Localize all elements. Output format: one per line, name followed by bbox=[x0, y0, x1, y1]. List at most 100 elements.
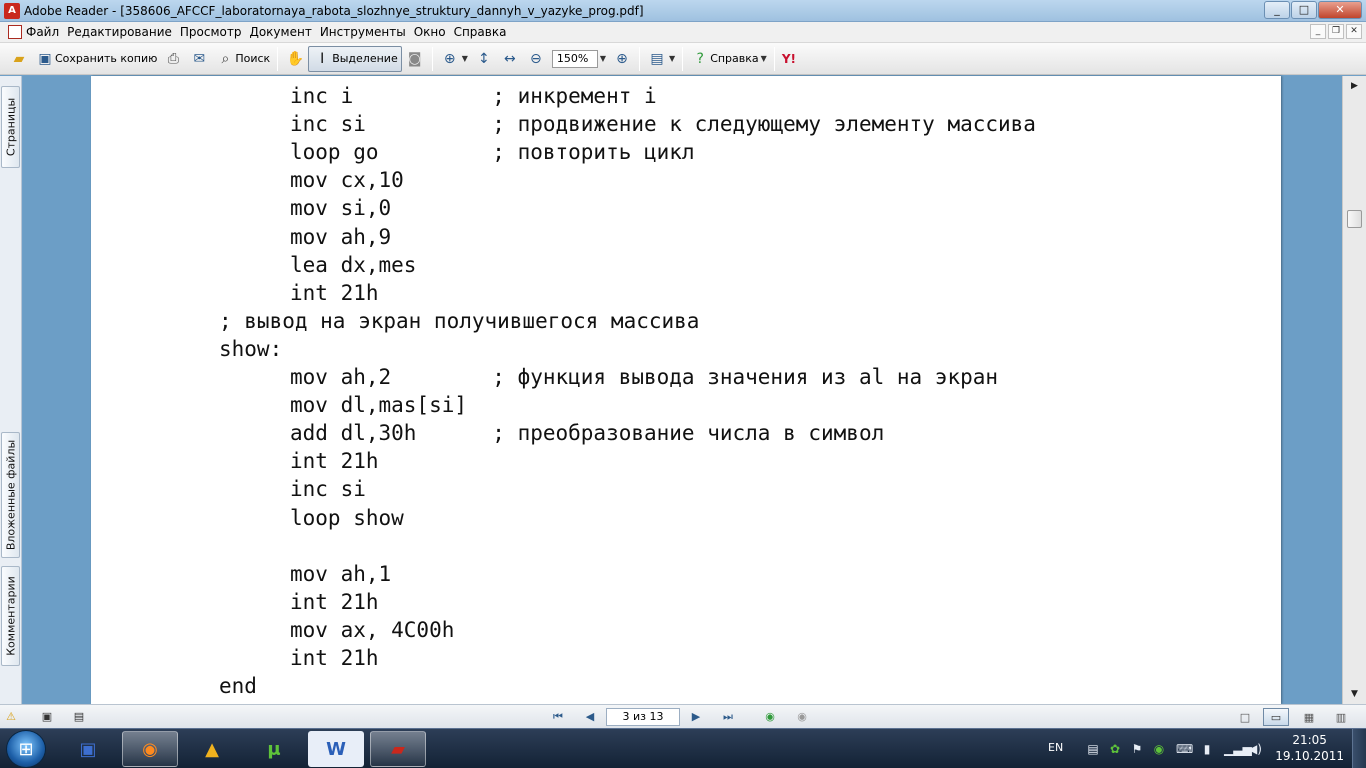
code-line: lea dx,mes bbox=[290, 252, 417, 277]
page-number-input[interactable]: 3 из 13 bbox=[606, 708, 680, 726]
taskbar-adobe-reader[interactable]: ▰ bbox=[370, 731, 426, 767]
zoom-in-button[interactable]: ⊕ bbox=[609, 46, 635, 72]
doc-minimize-button[interactable]: _ bbox=[1310, 24, 1326, 39]
maximize-button[interactable]: □ bbox=[1291, 1, 1317, 19]
language-indicator[interactable]: EN bbox=[1048, 741, 1063, 754]
yahoo-button[interactable]: Y! bbox=[779, 46, 799, 72]
continuous-facing-view-button[interactable]: ▥ bbox=[1328, 708, 1354, 726]
toolbar-separator bbox=[682, 46, 684, 71]
doc-restore-button[interactable]: ❐ bbox=[1328, 24, 1344, 39]
document-area: inc i ; инкремент i inc si ; продвижение … bbox=[23, 76, 1342, 704]
taskbar-aimp[interactable]: ▲ bbox=[184, 731, 240, 767]
flag-icon[interactable]: ⚑ bbox=[1130, 742, 1144, 756]
code-line: int 21h bbox=[290, 449, 379, 474]
zoom-tool-button[interactable]: ⊕ ▼ bbox=[437, 46, 471, 72]
vertical-scrollbar[interactable]: ▶ ▼ bbox=[1342, 76, 1366, 704]
zoom-out-button[interactable]: ⊖ bbox=[523, 46, 549, 72]
menu-bar: Файл Редактирование Просмотр Документ Ин… bbox=[0, 22, 1366, 43]
scroll-down-icon[interactable]: ▼ bbox=[1346, 686, 1363, 702]
fit-height-button[interactable]: ↕ bbox=[471, 46, 497, 72]
close-button[interactable]: ✕ bbox=[1318, 1, 1362, 19]
fit-width-icon: ↔ bbox=[504, 50, 516, 67]
keyboard-icon[interactable]: ⌨ bbox=[1176, 742, 1193, 756]
open-button[interactable]: ▰ bbox=[6, 46, 32, 72]
aimp-icon: ▲ bbox=[205, 738, 219, 760]
window-title: Adobe Reader - [358606_AFCCF_laboratorna… bbox=[24, 3, 644, 18]
doc-close-button[interactable]: ✕ bbox=[1346, 24, 1362, 39]
forward-view-icon[interactable]: ◉ bbox=[792, 708, 812, 726]
search-button[interactable]: ⌕ Поиск bbox=[212, 46, 273, 72]
firefox-icon: ◉ bbox=[142, 738, 158, 760]
removable-device-icon[interactable]: ▮ bbox=[1200, 742, 1214, 756]
show-desktop-button[interactable] bbox=[1352, 729, 1366, 768]
menu-help[interactable]: Справка bbox=[454, 25, 515, 39]
single-page-view-button[interactable]: □ bbox=[1232, 708, 1258, 726]
menu-document[interactable]: Документ bbox=[249, 25, 319, 39]
clock-time: 21:05 bbox=[1292, 733, 1327, 747]
binoculars-icon: ⌕ bbox=[221, 50, 230, 67]
tab-comments-label: Комментарии bbox=[4, 576, 17, 656]
continuous-icon[interactable]: ▤ bbox=[68, 708, 90, 726]
volume-icon[interactable]: ◀) bbox=[1248, 742, 1262, 756]
tab-attachments-label: Вложенные файлы bbox=[4, 439, 17, 551]
menu-edit[interactable]: Редактирование bbox=[67, 25, 180, 39]
code-line: mov si,0 bbox=[290, 196, 392, 221]
chevron-down-icon[interactable]: ▼ bbox=[600, 54, 606, 63]
magnifier-icon: ⊕ bbox=[443, 50, 456, 67]
zoom-input[interactable]: 150% bbox=[551, 49, 598, 68]
hand-icon: ✋ bbox=[286, 50, 304, 67]
facing-view-button[interactable]: ▦ bbox=[1296, 708, 1322, 726]
hand-tool-button[interactable]: ✋ bbox=[282, 46, 308, 72]
page-layout-button[interactable]: ▤ ▼ bbox=[644, 46, 678, 72]
signal-icon[interactable]: ▁▃▅ bbox=[1224, 742, 1252, 756]
scroll-thumb[interactable] bbox=[1347, 210, 1362, 228]
network-icon[interactable]: ▤ bbox=[1086, 742, 1100, 756]
taskbar-word[interactable]: W bbox=[308, 731, 364, 767]
save-copy-label: Сохранить копию bbox=[55, 52, 158, 65]
tab-attachments[interactable]: Вложенные файлы bbox=[1, 432, 20, 558]
folder-icon: ▰ bbox=[13, 50, 25, 67]
last-page-button[interactable]: ⏭ bbox=[718, 708, 738, 726]
circle-app-icon[interactable]: ◉ bbox=[1152, 742, 1166, 756]
email-button[interactable]: ✉ bbox=[186, 46, 212, 72]
flower-icon[interactable]: ✿ bbox=[1108, 742, 1122, 756]
menu-file[interactable]: Файл bbox=[26, 25, 67, 39]
document-icon[interactable] bbox=[8, 25, 22, 39]
text-cursor-icon: Ⅰ bbox=[320, 50, 325, 67]
print-button[interactable]: ⎙ bbox=[160, 46, 186, 72]
continuous-view-button[interactable]: ▭ bbox=[1263, 708, 1289, 726]
code-line: end bbox=[219, 674, 257, 699]
menu-tools[interactable]: Инструменты bbox=[320, 25, 414, 39]
floppy-icon: ▣ bbox=[79, 738, 97, 760]
menu-view[interactable]: Просмотр bbox=[180, 25, 250, 39]
scroll-up-icon[interactable]: ▶ bbox=[1346, 78, 1363, 94]
search-label: Поиск bbox=[235, 52, 271, 65]
clock[interactable]: 21:05 19.10.2011 bbox=[1275, 732, 1344, 764]
select-tool-button[interactable]: Ⅰ Выделение bbox=[308, 45, 402, 72]
minus-circle-icon: ⊖ bbox=[530, 50, 542, 67]
code-line: loop go ; повторить цикл bbox=[290, 140, 695, 165]
help-button[interactable]: ? Справка ▼ bbox=[687, 46, 770, 72]
previous-page-button[interactable]: ◀ bbox=[580, 708, 600, 726]
back-view-icon[interactable]: ◉ bbox=[760, 708, 780, 726]
plus-circle-icon: ⊕ bbox=[616, 50, 628, 67]
minimize-button[interactable]: _ bbox=[1264, 1, 1290, 19]
tab-comments[interactable]: Комментарии bbox=[1, 566, 20, 666]
start-button[interactable] bbox=[6, 730, 46, 768]
taskbar-utorrent[interactable]: μ bbox=[246, 731, 302, 767]
document-window-controls: _ ❐ ✕ bbox=[1308, 24, 1362, 39]
taskbar-firefox[interactable]: ◉ bbox=[122, 731, 178, 767]
code-line: inc i ; инкремент i bbox=[290, 84, 657, 108]
menu-window[interactable]: Окно bbox=[414, 25, 454, 39]
taskbar-floppy-app[interactable]: ▣ bbox=[60, 731, 116, 767]
save-copy-button[interactable]: ▣ Сохранить копию bbox=[32, 46, 160, 72]
next-page-button[interactable]: ▶ bbox=[686, 708, 706, 726]
chevron-down-icon: ▼ bbox=[669, 54, 676, 63]
single-page-icon[interactable]: ▣ bbox=[36, 708, 58, 726]
help-label: Справка bbox=[710, 52, 759, 65]
fit-width-button[interactable]: ↔ bbox=[497, 46, 523, 72]
toolbar-separator bbox=[431, 46, 433, 71]
snapshot-button[interactable]: ◙ bbox=[402, 46, 428, 72]
first-page-button[interactable]: ⏮ bbox=[548, 708, 568, 726]
tab-pages[interactable]: Страницы bbox=[1, 86, 20, 168]
